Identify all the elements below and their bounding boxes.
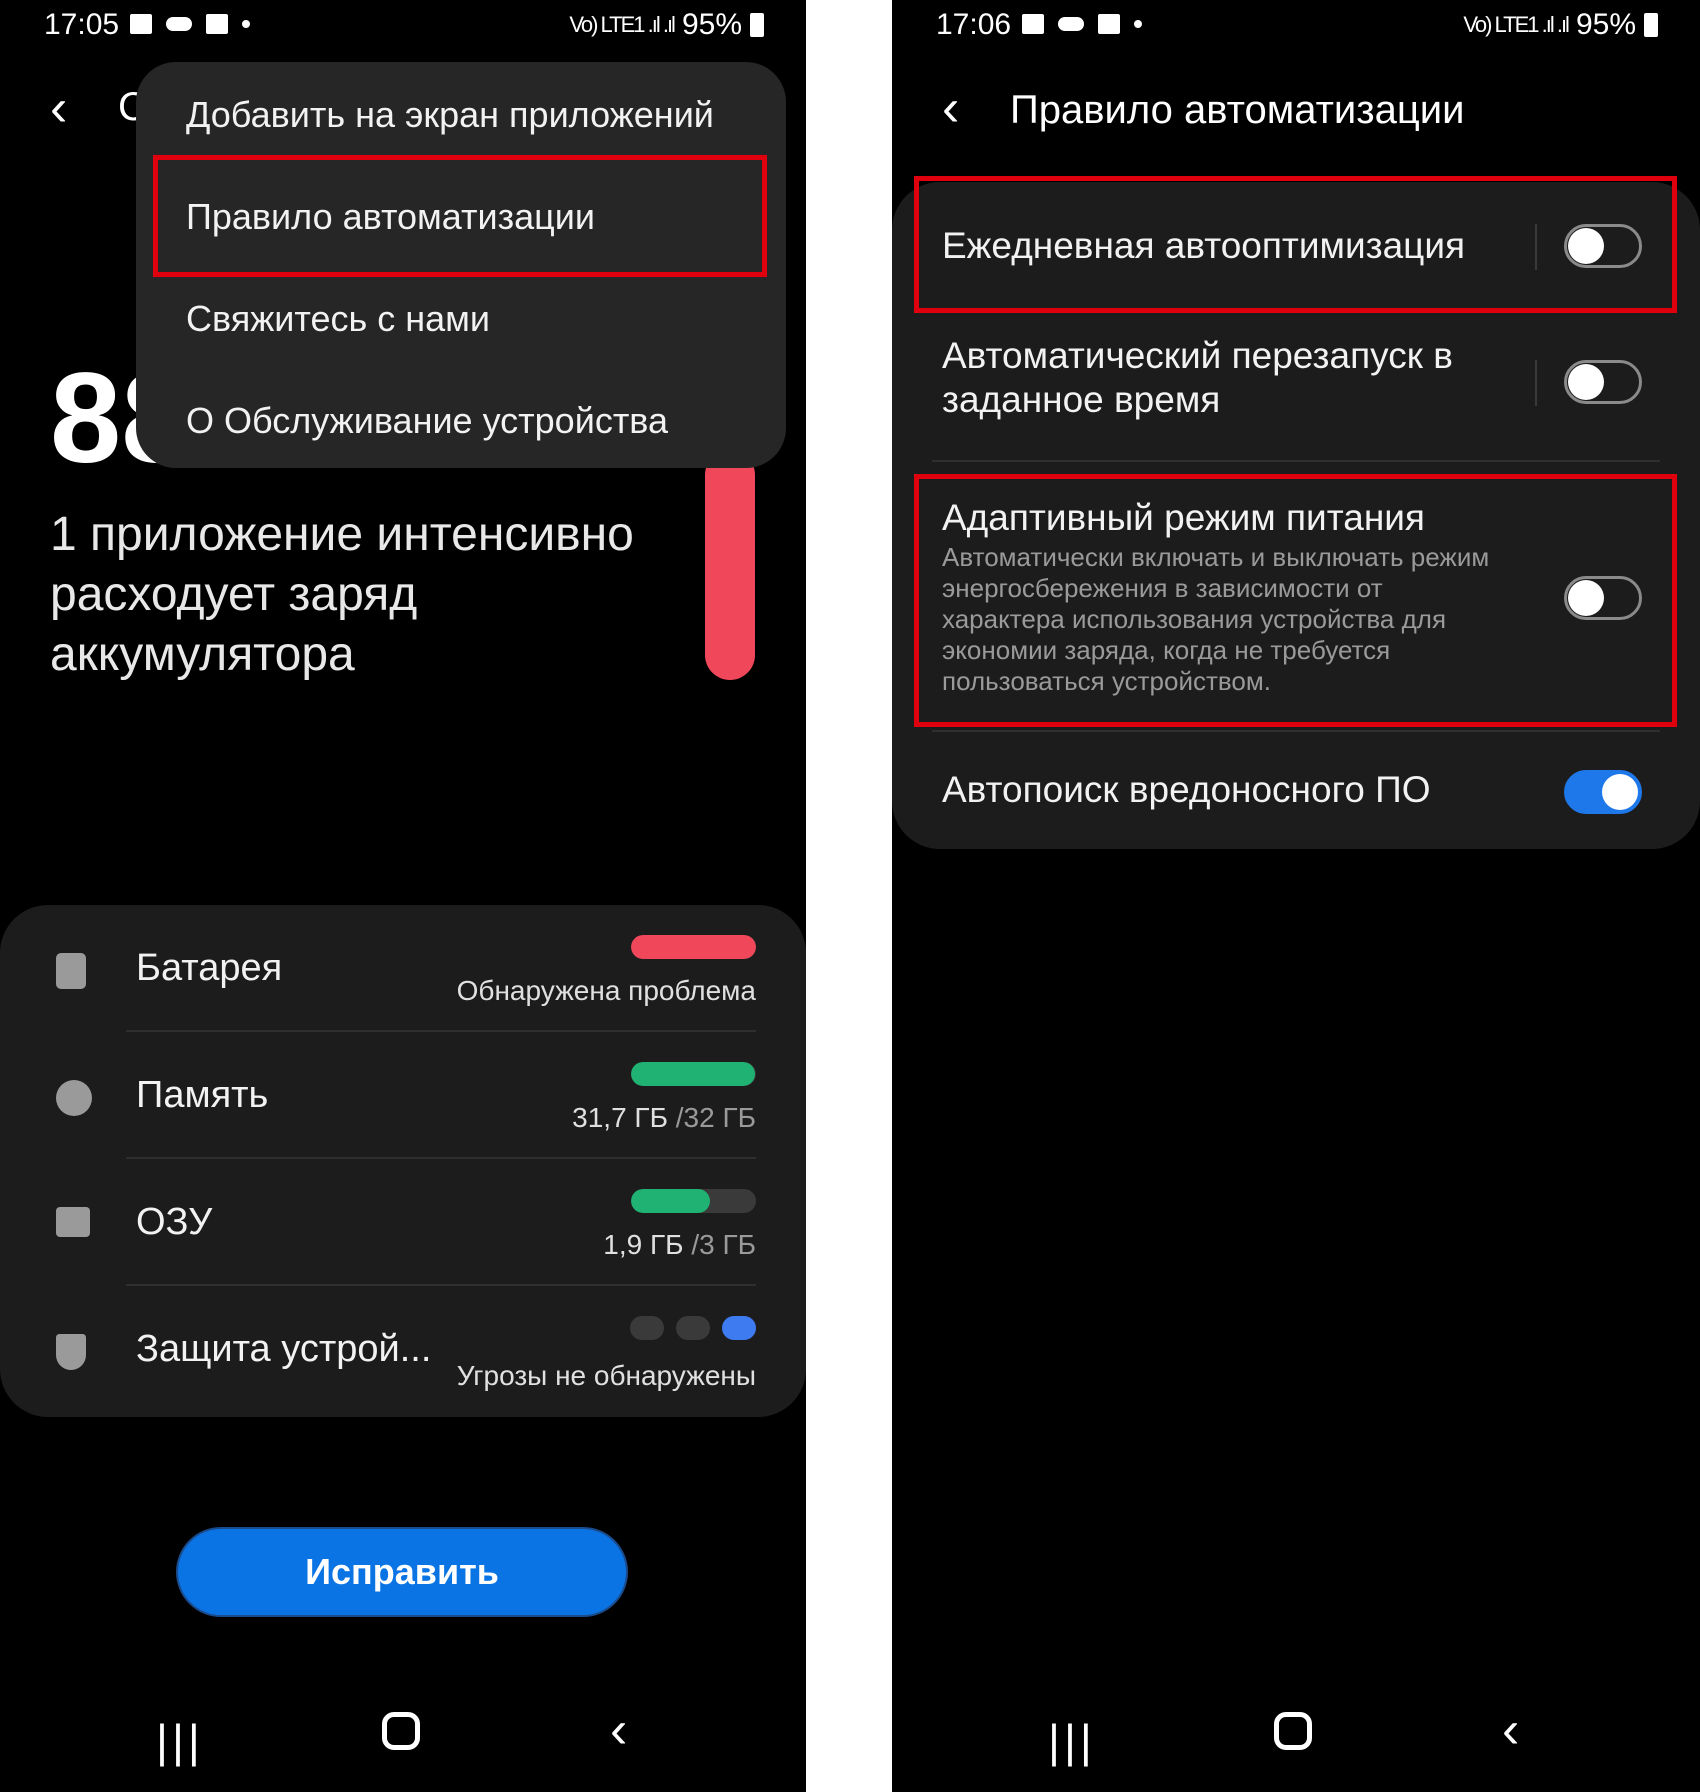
- setting-malware-scan[interactable]: Автопоиск вредоносного ПО: [892, 732, 1700, 849]
- auto-restart-toggle[interactable]: [1564, 360, 1642, 404]
- battery-status-bar: [631, 935, 756, 959]
- row-label: ОЗУ: [136, 1201, 213, 1243]
- notification-dot-icon: [1134, 20, 1142, 28]
- memory-chip-icon: [56, 1207, 90, 1237]
- left-phone-screen: 17:05 Vo) LTE1 .ıl .ıl 95% ‹ С 88 1 прил…: [0, 0, 806, 1792]
- back-icon[interactable]: ‹: [1502, 1700, 1519, 1760]
- battery-percent: 95%: [1575, 8, 1636, 41]
- row-label: Память: [136, 1074, 269, 1116]
- battery-icon: [1644, 13, 1658, 37]
- storage-bar-fill: [631, 1062, 755, 1086]
- setting-label: Автопоиск вредоносного ПО: [942, 769, 1431, 810]
- status-time: 17:06: [936, 8, 1012, 41]
- signal-icon: Vo) LTE1 .ıl .ıl: [1463, 12, 1570, 37]
- ram-used: 1,9 ГБ: [603, 1229, 684, 1260]
- navigation-bar: ||| ‹: [0, 1672, 806, 1792]
- storage-used: 31,7 ГБ: [572, 1102, 668, 1133]
- folder-icon: [1098, 14, 1120, 34]
- notification-dot-icon: [242, 20, 250, 28]
- storage-total: /32 ГБ: [675, 1102, 756, 1133]
- score-indicator-bar: [705, 450, 755, 680]
- menu-item-add-to-apps[interactable]: Добавить на экран приложений: [186, 94, 714, 136]
- cloud-icon: [166, 17, 192, 31]
- row-label: Защита устрой...: [136, 1328, 432, 1370]
- setting-label: Автоматический перезапуск в заданное вре…: [942, 335, 1453, 420]
- ram-bar-fill: [631, 1189, 710, 1213]
- home-icon[interactable]: [382, 1712, 420, 1750]
- home-icon[interactable]: [1274, 1712, 1312, 1750]
- recents-icon[interactable]: |||: [1048, 1714, 1096, 1768]
- storage-value: 31,7 ГБ /32 ГБ: [572, 1102, 756, 1134]
- page-title: Правило автоматизации: [1010, 88, 1465, 132]
- device-status-card: Батарея Обнаружена проблема Память 31,7 …: [0, 905, 806, 1417]
- pie-chart-icon: [56, 1080, 92, 1116]
- storage-row[interactable]: Память 31,7 ГБ /32 ГБ: [0, 1032, 806, 1159]
- security-status-text: Угрозы не обнаружены: [456, 1360, 756, 1391]
- ram-total: /3 ГБ: [691, 1229, 756, 1260]
- ram-value: 1,9 ГБ /3 ГБ: [603, 1229, 756, 1261]
- status-bar: 17:05 Vo) LTE1 .ıl .ıl 95%: [0, 0, 806, 50]
- battery-warning-text: 1 приложение интенсивно расходует заряд …: [50, 508, 634, 681]
- battery-bar-fill: [631, 935, 756, 959]
- recents-icon[interactable]: |||: [156, 1714, 204, 1768]
- highlight-box: [153, 155, 767, 277]
- malware-scan-toggle[interactable]: [1564, 770, 1642, 814]
- cloud-icon: [1058, 17, 1084, 31]
- gallery-icon: [130, 14, 152, 34]
- fix-button[interactable]: Исправить: [176, 1527, 628, 1617]
- battery-row[interactable]: Батарея Обнаружена проблема: [0, 905, 806, 1032]
- right-phone-screen: 17:06 Vo) LTE1 .ıl .ıl 95% ‹ Правило авт…: [892, 0, 1700, 1792]
- signal-icon: Vo) LTE1 .ıl .ıl: [569, 12, 676, 37]
- gallery-icon: [1022, 14, 1044, 34]
- menu-item-about[interactable]: О Обслуживание устройства: [186, 400, 668, 442]
- highlight-box: [914, 176, 1677, 313]
- back-button[interactable]: ‹: [942, 78, 959, 138]
- battery-percent: 95%: [681, 8, 742, 41]
- shield-icon: [56, 1334, 86, 1370]
- battery-icon: [56, 953, 86, 989]
- ram-bar: [631, 1189, 756, 1213]
- security-status-dots: [630, 1316, 756, 1340]
- status-bar: 17:06 Vo) LTE1 .ıl .ıl 95%: [892, 0, 1700, 50]
- back-button[interactable]: ‹: [50, 78, 67, 138]
- folder-icon: [206, 14, 228, 34]
- setting-auto-restart[interactable]: Автоматический перезапуск в заданное вре…: [892, 312, 1700, 462]
- battery-icon: [750, 13, 764, 37]
- ram-row[interactable]: ОЗУ 1,9 ГБ /3 ГБ: [0, 1159, 806, 1286]
- status-time: 17:05: [44, 8, 120, 41]
- menu-item-contact-us[interactable]: Свяжитесь с нами: [186, 298, 490, 340]
- storage-bar: [631, 1062, 756, 1086]
- navigation-bar: ||| ‹: [892, 1672, 1700, 1792]
- highlight-box: [914, 474, 1677, 727]
- security-row[interactable]: Защита устрой... Угрозы не обнаружены: [0, 1286, 806, 1413]
- row-label: Батарея: [136, 947, 283, 989]
- battery-status-text: Обнаружена проблема: [456, 975, 756, 1006]
- back-icon[interactable]: ‹: [610, 1700, 627, 1760]
